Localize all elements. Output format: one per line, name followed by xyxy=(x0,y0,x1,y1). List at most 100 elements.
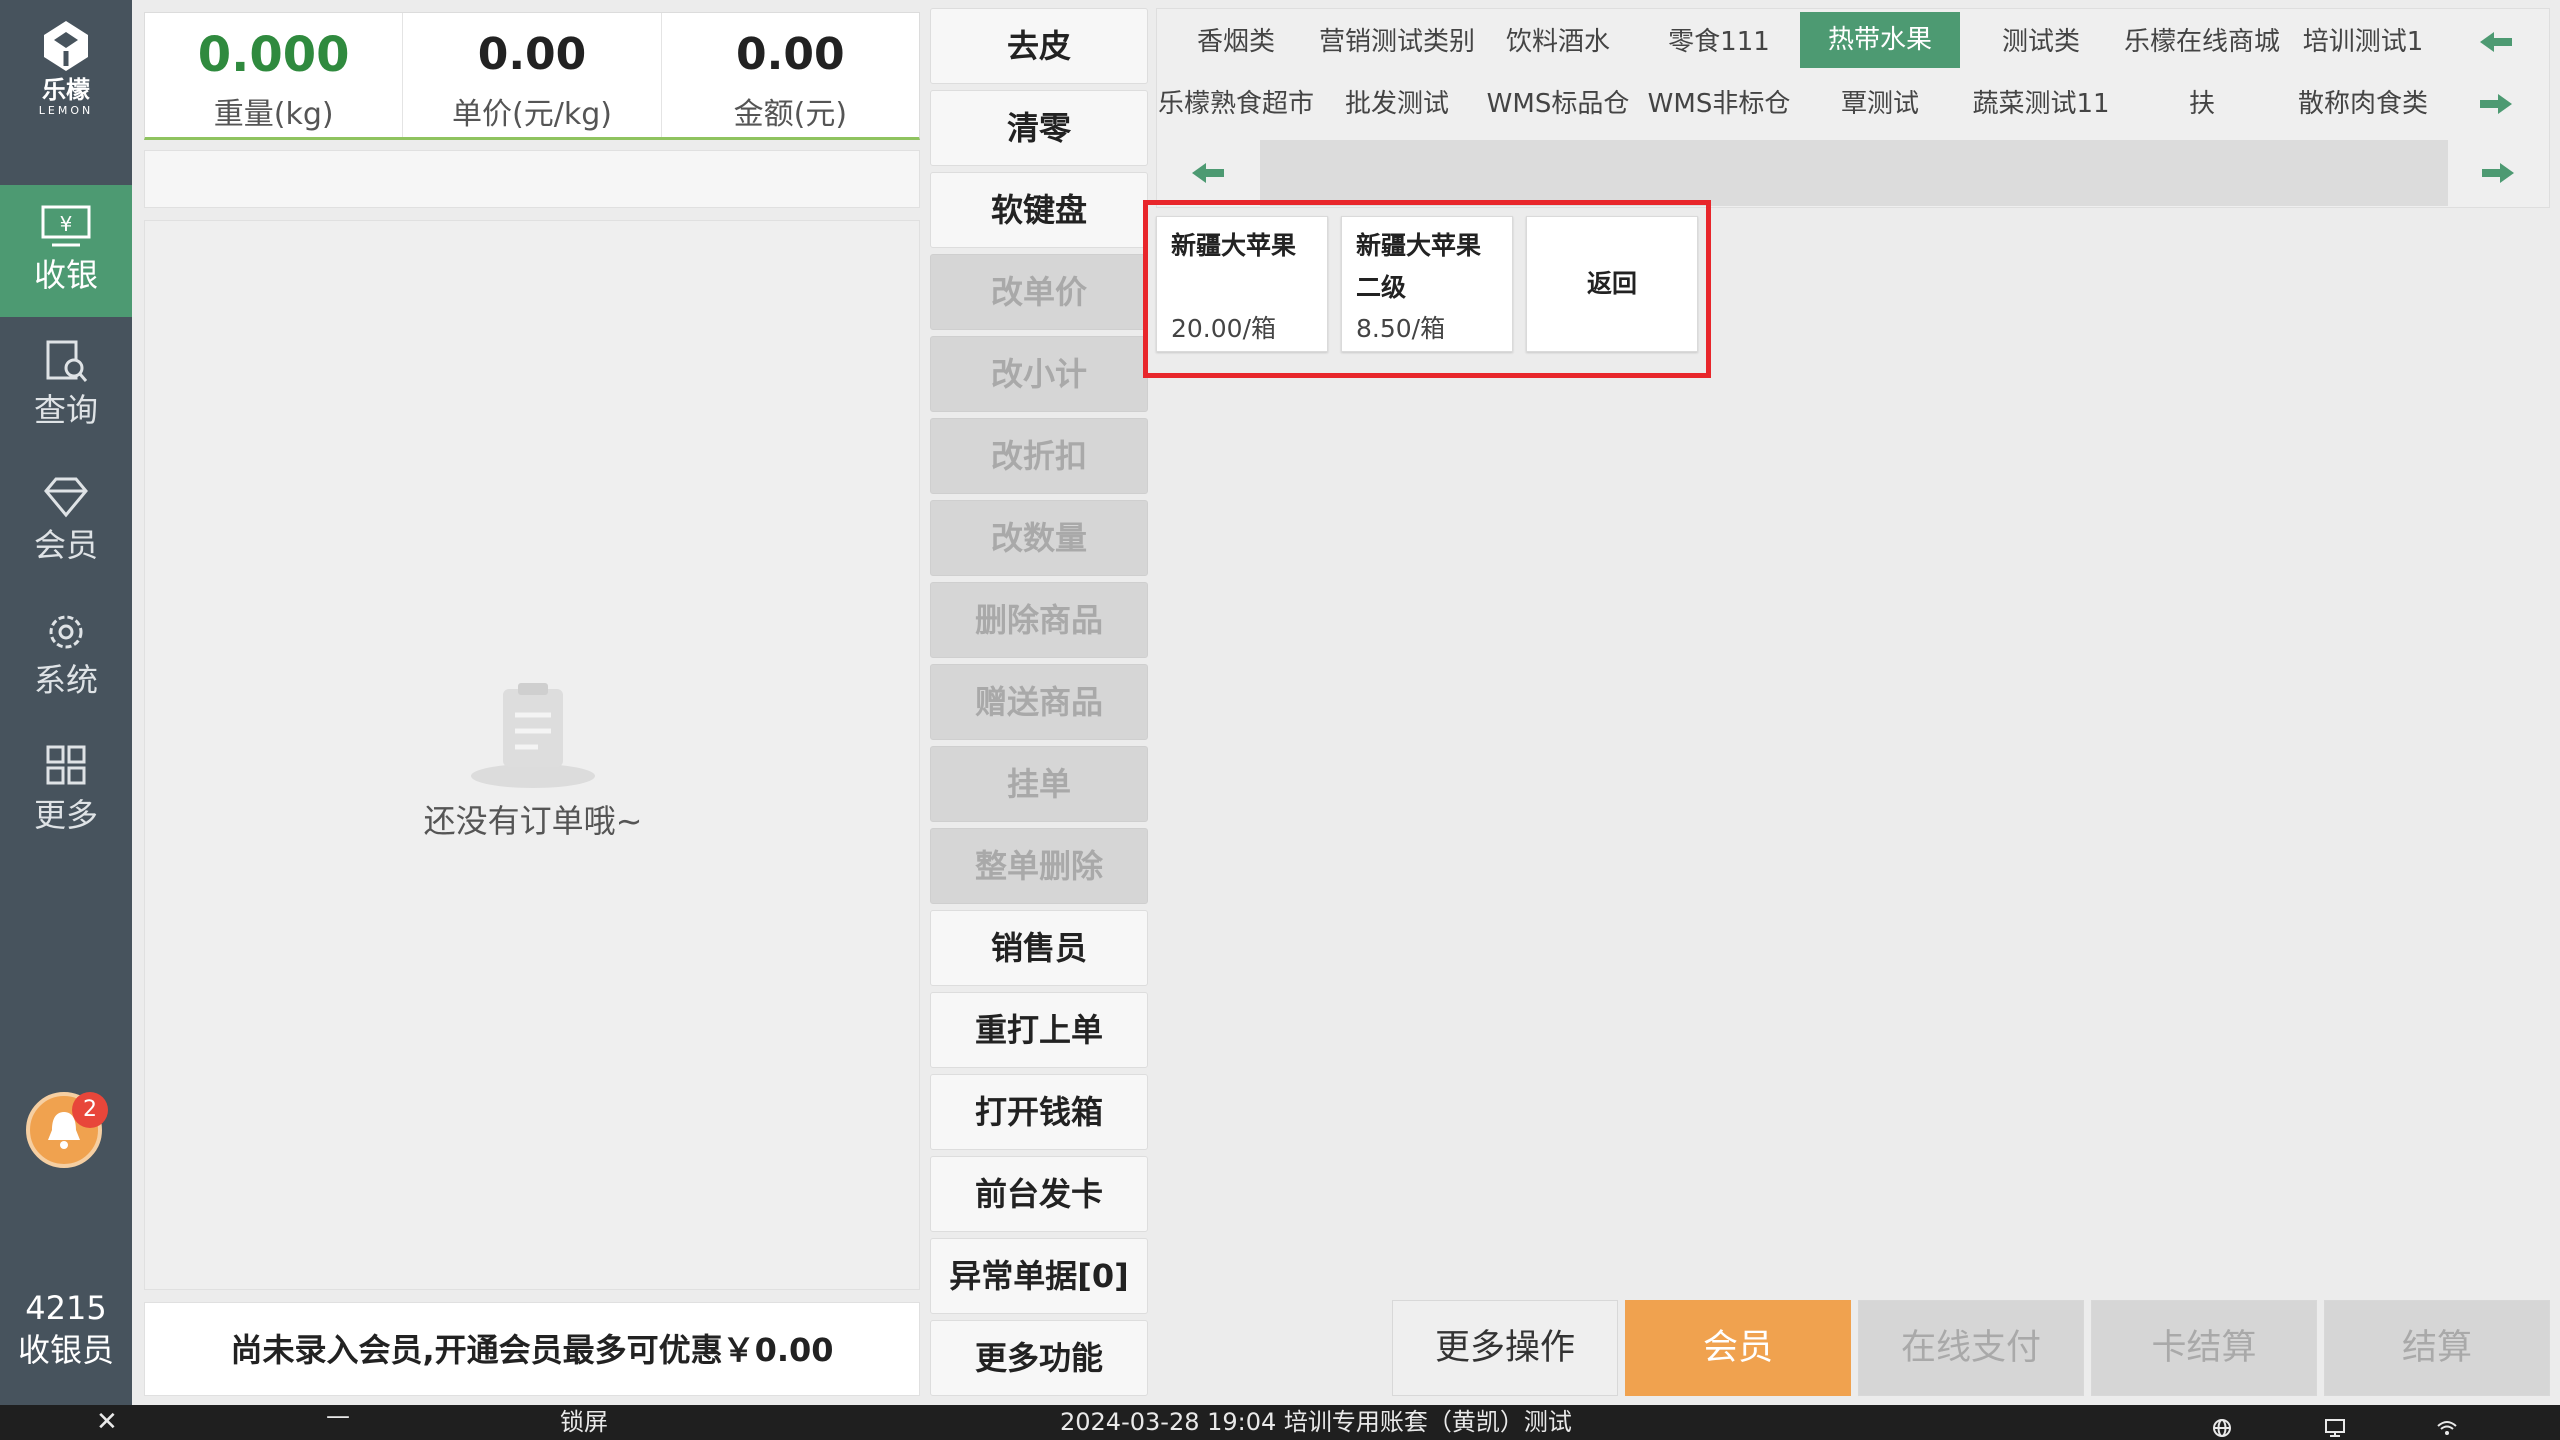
product-name: 新疆大苹果二级 xyxy=(1356,231,1482,302)
reprint-last-button[interactable]: 重打上单 xyxy=(930,992,1148,1068)
sidebar-item-query[interactable]: 查询 xyxy=(0,320,132,452)
notification-badge: 2 xyxy=(72,1092,108,1128)
subcategory-prev-button[interactable] xyxy=(1158,140,1258,206)
category-item[interactable]: 饮料酒水 xyxy=(1478,14,1638,70)
sidebar-item-label: 会员 xyxy=(33,526,98,564)
category-item[interactable]: 蔬菜测试11 xyxy=(1961,76,2121,132)
open-cash-drawer-button[interactable]: 打开钱箱 xyxy=(930,1074,1148,1150)
function-buttons: 去皮 清零 软键盘 改单价 改小计 改折扣 改数量 删除商品 赠送商品 挂单 整… xyxy=(930,8,1148,1402)
sidebar-item-label: 系统 xyxy=(33,661,98,699)
scale-display: 0.000 重量(kg) 0.00 单价(元/kg) 0.00 金额(元) xyxy=(144,12,920,140)
product-card[interactable]: 新疆大苹果二级 8.50/箱 xyxy=(1341,216,1513,352)
product-price: 20.00/箱 xyxy=(1171,314,1276,343)
unit-price-value: 0.00 xyxy=(477,29,587,80)
hold-order-button[interactable]: 挂单 xyxy=(930,746,1148,822)
more-actions-button[interactable]: 更多操作 xyxy=(1392,1300,1618,1396)
weight-label: 重量(kg) xyxy=(213,97,334,132)
category-item[interactable]: 散称肉食类 xyxy=(2283,76,2443,132)
category-item[interactable]: 营销测试类别 xyxy=(1317,14,1477,70)
change-subtotal-button[interactable]: 改小计 xyxy=(930,336,1148,412)
arrow-left-icon xyxy=(2480,32,2512,52)
weight-cell: 0.000 重量(kg) xyxy=(145,13,404,137)
delete-item-button[interactable]: 删除商品 xyxy=(930,582,1148,658)
unit-price-label: 单价(元/kg) xyxy=(452,97,612,132)
more-functions-button[interactable]: 更多功能 xyxy=(930,1320,1148,1396)
empty-order-text: 还没有订单哦~ xyxy=(423,802,643,840)
category-next-button[interactable] xyxy=(2466,76,2526,132)
cash-register-icon: ¥ xyxy=(41,205,91,247)
logo-text-cn: 乐檬 xyxy=(42,76,90,104)
sidebar-item-label: 收银 xyxy=(33,256,98,294)
category-item[interactable]: 覃测试 xyxy=(1800,76,1960,132)
sidebar-item-cashier[interactable]: ¥ 收银 xyxy=(0,185,132,317)
amount-cell: 0.00 金额(元) xyxy=(662,13,919,137)
abnormal-orders-button[interactable]: 异常单据[0] xyxy=(930,1238,1148,1314)
category-item[interactable]: 香烟类 xyxy=(1156,14,1316,70)
monitor-icon xyxy=(2324,1413,2346,1440)
delete-order-button[interactable]: 整单删除 xyxy=(930,828,1148,904)
user-role: 收银员 xyxy=(17,1331,114,1369)
subcategory-strip xyxy=(1260,140,2448,206)
checkout-button[interactable]: 结算 xyxy=(2324,1300,2550,1396)
issue-card-button[interactable]: 前台发卡 xyxy=(930,1156,1148,1232)
category-item[interactable]: 乐檬在线商城 xyxy=(2122,14,2282,70)
wifi-icon xyxy=(2436,1413,2458,1440)
category-item-active[interactable]: 热带水果 xyxy=(1800,12,1960,68)
soft-keyboard-button[interactable]: 软键盘 xyxy=(930,172,1148,248)
product-card[interactable]: 新疆大苹果 20.00/箱 xyxy=(1156,216,1328,352)
category-item[interactable]: WMS非标仓 xyxy=(1639,76,1799,132)
change-price-button[interactable]: 改单价 xyxy=(930,254,1148,330)
weight-value: 0.000 xyxy=(197,27,350,83)
sidebar: 乐檬 LEMON ¥ 收银 查询 会员 系统 更多 2 4215 收银员 xyxy=(0,0,132,1405)
member-discount-notice: 尚未录入会员,开通会员最多可优惠￥0.00 xyxy=(144,1302,920,1396)
sidebar-item-system[interactable]: 系统 xyxy=(0,590,132,722)
gear-icon xyxy=(49,615,83,649)
lock-screen-button[interactable]: 锁屏 xyxy=(560,1405,608,1440)
minimize-icon[interactable]: — xyxy=(326,1399,350,1434)
lemon-logo-icon xyxy=(44,21,88,71)
close-icon[interactable]: ✕ xyxy=(96,1405,118,1440)
product-price: 8.50/箱 xyxy=(1356,314,1446,343)
category-item[interactable]: 培训测试1 xyxy=(2283,14,2443,70)
svg-text:¥: ¥ xyxy=(60,212,73,236)
search-doc-icon xyxy=(46,340,88,382)
diamond-icon xyxy=(44,477,88,518)
subcategory-next-button[interactable] xyxy=(2448,140,2548,206)
arrow-right-icon xyxy=(2482,163,2514,183)
empty-order-icon xyxy=(471,683,595,788)
tare-button[interactable]: 去皮 xyxy=(930,8,1148,84)
arrow-left-icon xyxy=(1192,163,1224,183)
grid-icon xyxy=(46,745,86,785)
category-item[interactable]: 批发测试 xyxy=(1317,76,1477,132)
change-quantity-button[interactable]: 改数量 xyxy=(930,500,1148,576)
category-item[interactable]: 乐檬熟食超市 xyxy=(1156,76,1316,132)
category-item[interactable]: 扶 xyxy=(2122,76,2282,132)
status-info: 2024-03-28 19:04 培训专用账套（黄凯）测试 xyxy=(1060,1408,1572,1436)
sidebar-item-more[interactable]: 更多 xyxy=(0,725,132,857)
zero-button[interactable]: 清零 xyxy=(930,90,1148,166)
salesperson-button[interactable]: 销售员 xyxy=(930,910,1148,986)
sidebar-item-member[interactable]: 会员 xyxy=(0,455,132,587)
product-name: 新疆大苹果 xyxy=(1171,231,1297,260)
status-bar: ✕ — 锁屏 2024-03-28 19:04 培训专用账套（黄凯）测试 xyxy=(0,1402,2560,1440)
card-pay-button[interactable]: 卡结算 xyxy=(2091,1300,2317,1396)
gift-item-button[interactable]: 赠送商品 xyxy=(930,664,1148,740)
sidebar-item-label: 查询 xyxy=(33,391,98,429)
logo-text-en: LEMON xyxy=(38,104,94,117)
category-item[interactable]: 零食111 xyxy=(1639,14,1799,70)
unit-price-cell: 0.00 单价(元/kg) xyxy=(403,13,662,137)
amount-value: 0.00 xyxy=(736,29,845,80)
back-button[interactable]: 返回 xyxy=(1526,216,1698,352)
sidebar-item-label: 更多 xyxy=(33,796,98,834)
change-discount-button[interactable]: 改折扣 xyxy=(930,418,1148,494)
barcode-input[interactable] xyxy=(144,150,920,208)
globe-icon xyxy=(2212,1413,2232,1440)
member-button[interactable]: 会员 xyxy=(1625,1300,1851,1396)
arrow-right-icon xyxy=(2480,94,2512,114)
online-pay-button[interactable]: 在线支付 xyxy=(1858,1300,2084,1396)
order-list: 还没有订单哦~ xyxy=(144,220,920,1290)
category-item[interactable]: WMS标品仓 xyxy=(1478,76,1638,132)
category-item[interactable]: 测试类 xyxy=(1961,14,2121,70)
user-id: 4215 xyxy=(25,1289,107,1327)
category-prev-button[interactable] xyxy=(2466,14,2526,70)
